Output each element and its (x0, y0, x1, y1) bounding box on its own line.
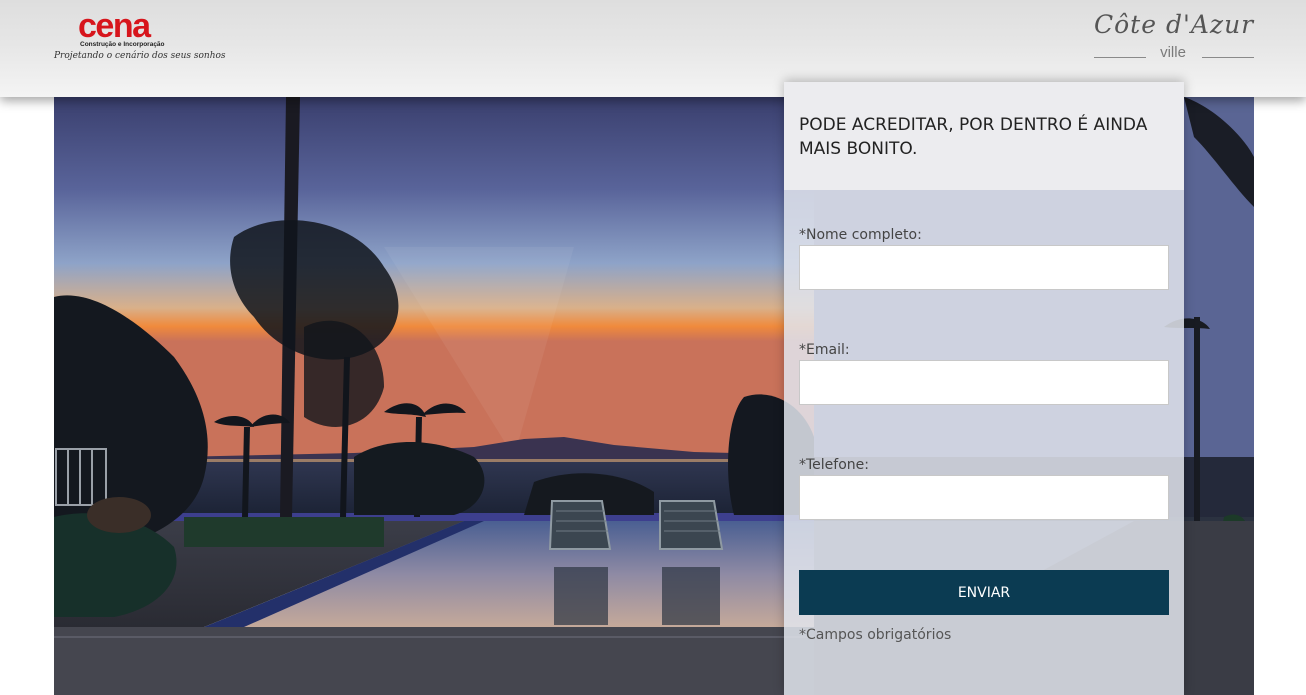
form-title: PODE ACREDITAR, POR DENTRO É AINDA MAIS … (799, 115, 1148, 159)
name-field[interactable] (799, 245, 1169, 290)
form-header: PODE ACREDITAR, POR DENTRO É AINDA MAIS … (784, 82, 1184, 190)
cote-dazur-logo-subname: ville (1160, 44, 1186, 61)
contact-form: *Nome completo: *Email: *Telefone: ENVIA… (784, 190, 1184, 695)
name-field-label: *Nome completo: (799, 227, 922, 243)
cena-logo-tagline: Projetando o cenário dos seus sonhos (54, 51, 226, 61)
phone-field-label: *Telefone: (799, 457, 869, 473)
cena-logo-wordmark: cena (78, 7, 151, 45)
submit-button[interactable]: ENVIAR (799, 570, 1169, 615)
cena-logo[interactable]: cena Construção e Incorporação Projetand… (54, 7, 226, 64)
email-field[interactable] (799, 360, 1169, 405)
cote-dazur-logo[interactable]: Côte d'Azur ville (1092, 10, 1256, 64)
cote-dazur-logo-name: Côte d'Azur (1094, 10, 1255, 39)
logo-divider-right (1202, 57, 1254, 58)
required-fields-note: *Campos obrigatórios (799, 627, 952, 643)
email-field-label: *Email: (799, 342, 850, 358)
cena-logo-subtitle: Construção e Incorporação (80, 41, 165, 48)
lead-form-panel: PODE ACREDITAR, POR DENTRO É AINDA MAIS … (784, 82, 1184, 695)
phone-field[interactable] (799, 475, 1169, 520)
